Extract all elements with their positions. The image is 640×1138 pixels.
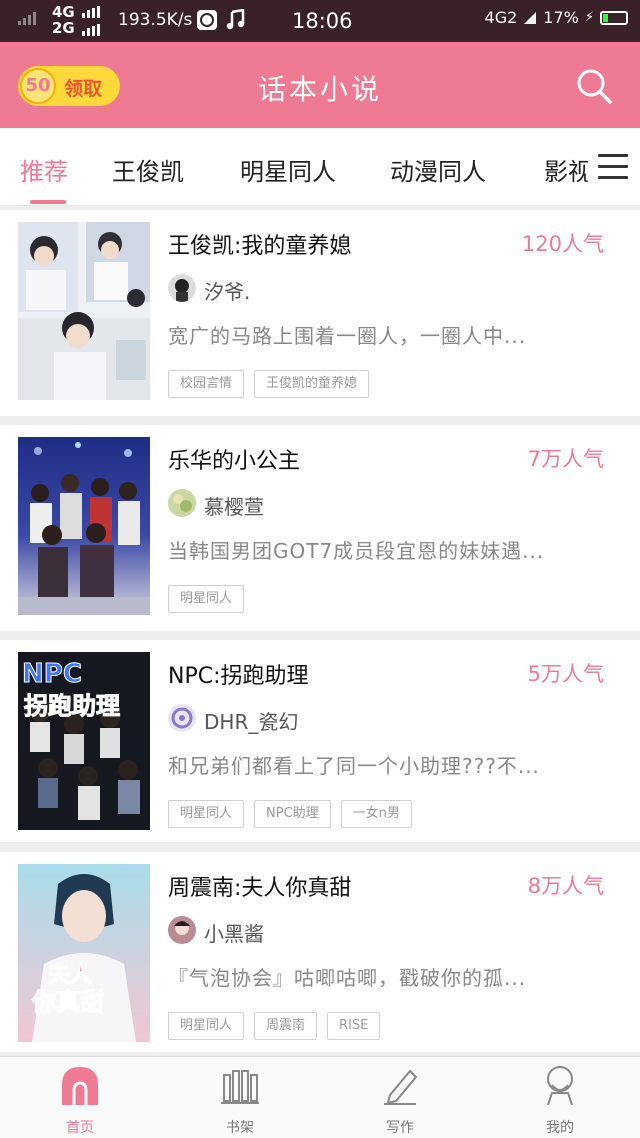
profile-icon — [547, 1066, 573, 1105]
book-title[interactable]: 周震南:夫人你真甜 — [168, 870, 351, 902]
book-description: 宽广的马路上围着一圈人，一圈人中... — [168, 324, 527, 348]
tag[interactable]: 周震南 — [254, 1012, 318, 1040]
nav-label: 我的 — [546, 1120, 574, 1136]
category-tabs: 推荐 王俊凯 明星同人 动漫同人 影视 — [0, 128, 640, 206]
search-icon[interactable] — [574, 66, 614, 106]
battery-icon — [600, 10, 628, 25]
network-speed: 193.5K/s — [118, 10, 193, 30]
popularity-count: 8万人气 — [527, 874, 604, 898]
status-icons — [196, 9, 246, 31]
author-name[interactable]: 小黑酱 — [204, 918, 264, 947]
network-type-right: 4G2 — [484, 8, 518, 27]
book-title[interactable]: NPC:拐跑助理 — [168, 658, 309, 690]
svg-text:NPC: NPC — [22, 659, 82, 689]
author-name[interactable]: 慕樱萱 — [204, 491, 264, 520]
book-cover: NPC 拐跑助理 — [18, 652, 150, 830]
clock: 18:06 — [292, 9, 353, 33]
book-cover: 夫人 你真甜 — [18, 864, 150, 1042]
tab-anime-fanfic[interactable]: 动漫同人 — [390, 152, 486, 187]
author-avatar[interactable] — [168, 916, 196, 944]
book-title[interactable]: 乐华的小公主 — [168, 443, 300, 475]
nav-write[interactable]: 写作 — [340, 1065, 460, 1137]
home-icon — [62, 1067, 98, 1105]
cellular-bars-icon — [82, 6, 100, 36]
book-description: 当韩国男团GOT7成员段宜恩的妹妹遇... — [168, 539, 545, 563]
author-avatar[interactable] — [168, 704, 196, 732]
tag[interactable]: 王俊凯的童养媳 — [254, 370, 370, 398]
popularity-count: 5万人气 — [527, 662, 604, 686]
tag[interactable]: 明星同人 — [168, 585, 245, 613]
book-item[interactable]: 夫人 你真甜 周震南:夫人你真甜 8万人气 小黑酱 『气泡协会』咕唧咕唧，戳破你… — [0, 852, 640, 1052]
bottom-navigation: 首页 书架 写作 我的 — [0, 1056, 640, 1138]
tab-recommended[interactable]: 推荐 — [20, 152, 68, 187]
tag-list: 明星同人 周震南 RISE — [168, 1012, 381, 1040]
tag[interactable]: RISE — [327, 1012, 381, 1040]
book-cover — [18, 222, 150, 400]
svg-text:夫人: 夫人 — [48, 963, 92, 988]
tag-list: 明星同人 — [168, 585, 245, 613]
signal-icon — [524, 11, 537, 24]
bookshelf-icon — [221, 1070, 259, 1104]
app-title: 话本小说 — [257, 73, 382, 106]
book-description: 和兄弟们都看上了同一个小助理???不... — [168, 754, 540, 778]
signal-strength-icon — [18, 12, 36, 25]
nav-bookshelf[interactable]: 书架 — [180, 1065, 300, 1137]
app-header: 50 领取 话本小说 — [0, 42, 640, 128]
tag[interactable]: 明星同人 — [168, 1012, 245, 1040]
charging-icon: ⚡ — [584, 10, 594, 25]
tag-list: 校园言情 王俊凯的童养媳 — [168, 370, 370, 398]
popularity-count: 120人气 — [521, 232, 604, 256]
popularity-count: 7万人气 — [527, 447, 604, 471]
active-tab-indicator — [30, 200, 66, 204]
nav-label: 首页 — [66, 1120, 94, 1136]
nav-label: 写作 — [386, 1120, 414, 1136]
svg-text:拐跑助理: 拐跑助理 — [24, 692, 120, 720]
menu-icon[interactable] — [598, 154, 628, 180]
author-name[interactable]: 汐爷. — [204, 276, 250, 305]
pen-icon — [384, 1069, 418, 1105]
author-avatar[interactable] — [168, 489, 196, 517]
author-name[interactable]: DHR_瓷幻 — [204, 706, 298, 735]
tab-film-tv[interactable]: 影视 — [544, 152, 592, 187]
status-right: 4G2 17% ⚡ — [485, 8, 628, 27]
tag[interactable]: NPC助理 — [254, 800, 331, 828]
nav-label: 书架 — [226, 1120, 254, 1136]
book-description: 『气泡协会』咕唧咕唧，戳破你的孤... — [168, 966, 527, 990]
svg-text:你真甜: 你真甜 — [31, 988, 104, 1016]
tab-wang-junkai[interactable]: 王俊凯 — [112, 152, 184, 187]
author-avatar[interactable] — [168, 274, 196, 302]
tag[interactable]: 校园言情 — [168, 370, 245, 398]
tag[interactable]: 一女n男 — [340, 800, 412, 828]
book-cover — [18, 437, 150, 615]
nav-home[interactable]: 首页 — [20, 1065, 140, 1137]
network-type: 4G 2G — [52, 3, 75, 37]
book-item[interactable]: NPC 拐跑助理 NPC:拐跑助理 5万人气 DHR_瓷幻 和兄弟们都看上了同一… — [0, 640, 640, 842]
book-item[interactable]: 乐华的小公主 7万人气 慕樱萱 当韩国男团GOT7成员段宜恩的妹妹遇... 明星… — [0, 425, 640, 631]
battery-percent: 17% — [543, 8, 579, 27]
tag[interactable]: 明星同人 — [168, 800, 245, 828]
browser-icon — [197, 10, 217, 30]
book-item[interactable]: 王俊凯:我的童养媳 120人气 汐爷. 宽广的马路上围着一圈人，一圈人中... … — [0, 210, 640, 416]
tab-celebrity-fanfic[interactable]: 明星同人 — [240, 152, 336, 187]
book-title[interactable]: 王俊凯:我的童养媳 — [168, 228, 351, 260]
music-icon — [226, 9, 245, 30]
tag-list: 明星同人 NPC助理 一女n男 — [168, 800, 412, 828]
nav-profile[interactable]: 我的 — [500, 1065, 620, 1137]
status-bar: 4G 2G 193.5K/s 18:06 4G2 17% ⚡ — [0, 0, 640, 42]
